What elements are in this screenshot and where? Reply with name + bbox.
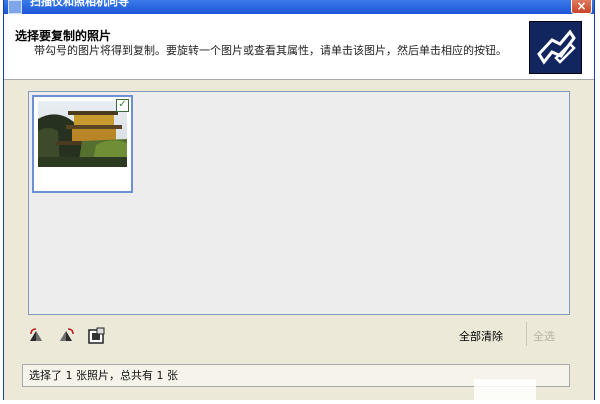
toolbar-divider — [526, 322, 527, 346]
selected-checkbox[interactable]: ✓ — [116, 99, 129, 112]
photo-thumbnail[interactable]: ✓ — [32, 95, 133, 193]
scanner-camera-wizard-icon — [529, 21, 582, 74]
rotate-right-icon[interactable] — [58, 327, 76, 345]
clear-all-button[interactable]: 全部清除 — [459, 328, 503, 344]
wizard-header: 选择要复制的照片 带勾号的图片将得到复制。要旋转一个图片或查看其属性，请单击该图… — [4, 14, 594, 80]
pagoda-photo-image — [38, 101, 127, 167]
status-text: 选择了 1 张照片，总共有 1 张 — [29, 369, 178, 382]
title-bar[interactable]: 扫描仪和照相机向导 × — [4, 0, 594, 14]
wizard-window: 扫描仪和照相机向导 × 选择要复制的照片 带勾号的图片将得到复制。要旋转一个图片… — [3, 0, 595, 400]
select-all-button[interactable]: 全选 — [533, 328, 555, 344]
page-title: 选择要复制的照片 — [15, 29, 112, 43]
camera-app-icon — [8, 0, 22, 14]
bottom-edge-blank — [474, 379, 536, 400]
page-description: 带勾号的图片将得到复制。要旋转一个图片或查看其属性，请单击该图片，然后单击相应的… — [34, 44, 507, 57]
photo-list[interactable]: ✓ — [28, 91, 570, 315]
rotate-left-icon[interactable] — [28, 327, 46, 345]
close-button[interactable]: × — [571, 0, 592, 14]
window-title: 扫描仪和照相机向导 — [30, 0, 129, 8]
properties-icon[interactable] — [88, 327, 106, 345]
